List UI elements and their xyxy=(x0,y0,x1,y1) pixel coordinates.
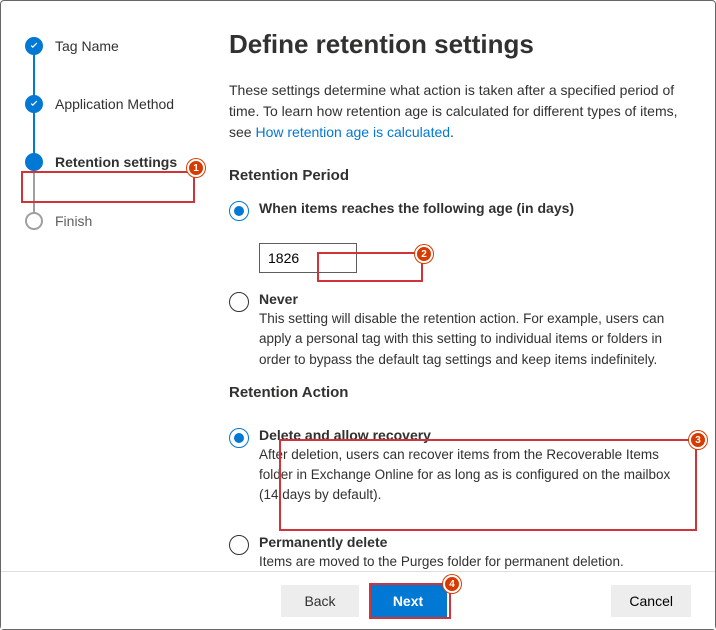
retention-period-heading: Retention Period xyxy=(229,167,685,184)
step-label: Finish xyxy=(55,212,92,230)
delete-recover-label: Delete and allow recovery xyxy=(259,427,677,443)
retention-action-heading: Retention Action xyxy=(229,384,685,401)
perm-delete-desc: Items are moved to the Purges folder for… xyxy=(259,552,685,572)
never-desc: This setting will disable the retention … xyxy=(259,309,685,370)
pending-step-icon xyxy=(25,212,43,230)
radio-icon[interactable] xyxy=(229,292,249,312)
wizard-sidebar: Tag Name Application Method Retention se… xyxy=(1,1,223,571)
option-never[interactable]: Never This setting will disable the rete… xyxy=(229,291,685,370)
intro-text: These settings determine what action is … xyxy=(229,80,685,143)
perm-delete-label: Permanently delete xyxy=(259,534,685,550)
radio-icon[interactable] xyxy=(229,201,249,221)
footer-bar: Back Next Cancel xyxy=(1,571,715,629)
back-button[interactable]: Back xyxy=(281,585,359,617)
radio-icon[interactable] xyxy=(229,535,249,555)
intro-suffix: . xyxy=(450,124,454,140)
step-retention-settings[interactable]: Retention settings xyxy=(25,153,223,211)
step-tag-name[interactable]: Tag Name xyxy=(25,37,223,95)
step-label: Retention settings xyxy=(55,153,177,171)
step-label: Application Method xyxy=(55,95,174,113)
retention-days-input[interactable] xyxy=(259,243,357,273)
main-panel: Define retention settings These settings… xyxy=(223,1,715,571)
how-retention-link[interactable]: How retention age is calculated xyxy=(255,124,450,140)
page-title: Define retention settings xyxy=(229,29,685,60)
check-icon xyxy=(25,37,43,55)
option-when-age[interactable]: When items reaches the following age (in… xyxy=(229,200,685,221)
step-label: Tag Name xyxy=(55,37,119,55)
option-permanently-delete[interactable]: Permanently delete Items are moved to th… xyxy=(229,534,685,572)
option-delete-allow-recovery[interactable]: Delete and allow recovery After deletion… xyxy=(229,427,677,506)
check-icon xyxy=(25,95,43,113)
step-finish[interactable]: Finish xyxy=(25,212,223,230)
delete-recover-desc: After deletion, users can recover items … xyxy=(259,445,677,506)
current-step-icon xyxy=(25,153,43,171)
step-application-method[interactable]: Application Method xyxy=(25,95,223,153)
when-age-label: When items reaches the following age (in… xyxy=(259,200,685,216)
never-label: Never xyxy=(259,291,685,307)
cancel-button[interactable]: Cancel xyxy=(611,585,691,617)
next-button[interactable]: Next xyxy=(369,585,447,617)
radio-icon[interactable] xyxy=(229,428,249,448)
